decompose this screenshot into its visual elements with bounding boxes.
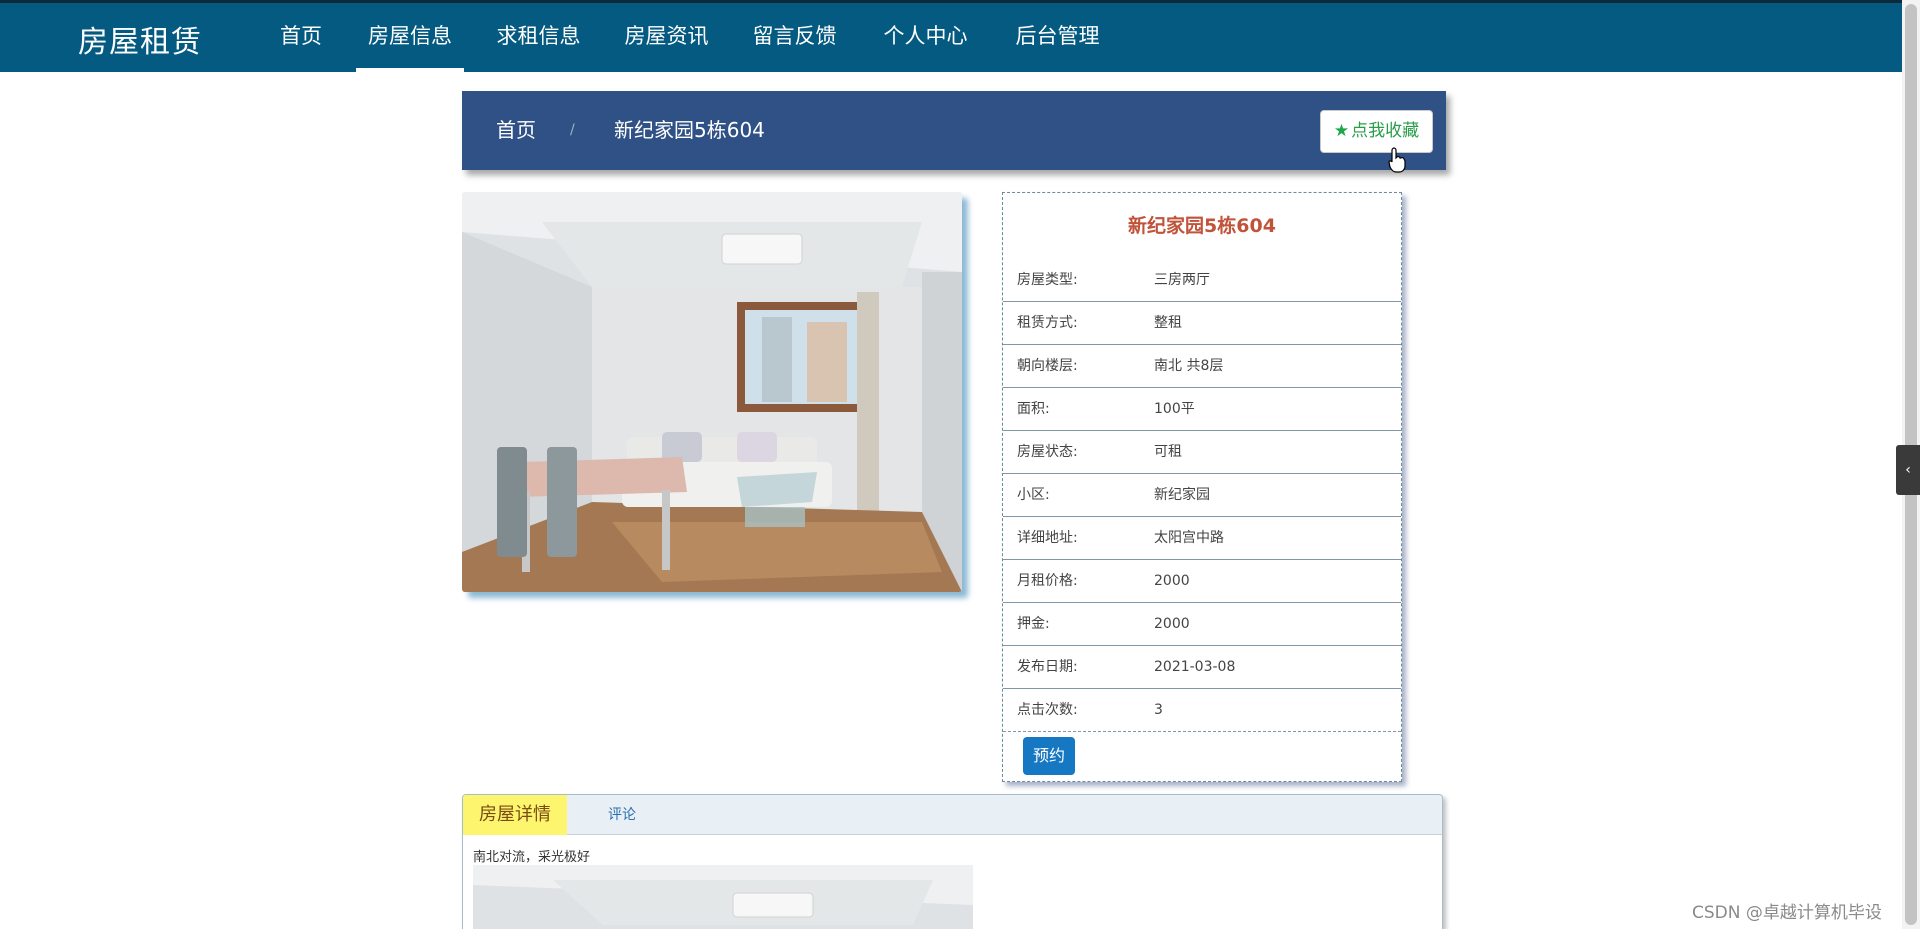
info-row-orientation: 朝向楼层: 南北 共8层 <box>1003 345 1401 388</box>
nav-item-rent-request[interactable]: 求租信息 <box>488 3 589 72</box>
info-key: 详细地址: <box>1017 530 1078 546</box>
info-value: 2000 <box>1154 616 1190 632</box>
breadcrumb-home[interactable]: 首页 <box>496 91 536 170</box>
hand-cursor-icon <box>1388 147 1406 173</box>
nav-item-user-center[interactable]: 个人中心 <box>875 3 976 72</box>
detail-tabs: 房屋详情 评论 南北对流，采光极好 <box>462 794 1443 929</box>
info-value: 2021-03-08 <box>1154 659 1236 675</box>
info-key: 房屋状态: <box>1017 444 1078 460</box>
info-value: 三房两厅 <box>1154 272 1210 288</box>
house-photo <box>462 192 962 592</box>
info-key: 发布日期: <box>1017 659 1078 675</box>
house-info-panel: 新纪家园5栋604 房屋类型: 三房两厅 租赁方式: 整租 朝向楼层: 南北 共8层 … <box>1002 192 1402 782</box>
nav-item-house-info[interactable]: 房屋信息 <box>356 3 464 72</box>
info-key: 房屋类型: <box>1017 272 1078 288</box>
info-row-monthly-rent: 月租价格: 2000 <box>1003 560 1401 603</box>
book-button[interactable]: 预约 <box>1023 737 1075 775</box>
info-value: 新纪家园 <box>1154 487 1210 503</box>
info-value: 可租 <box>1154 444 1182 460</box>
chevron-left-icon: ‹ <box>1905 462 1911 478</box>
favorite-label: 点我收藏 <box>1351 121 1420 141</box>
info-key: 租赁方式: <box>1017 315 1078 331</box>
info-row-area: 面积: 100平 <box>1003 388 1401 431</box>
top-nav: 房屋租赁 首页 房屋信息 求租信息 房屋资讯 留言反馈 个人中心 后台管理 <box>0 0 1902 72</box>
info-value: 3 <box>1154 702 1163 718</box>
breadcrumb: 首页 / 新纪家园5栋604 ★ 点我收藏 <box>462 91 1446 170</box>
star-icon: ★ <box>1333 121 1350 141</box>
breadcrumb-current: 新纪家园5栋604 <box>614 118 765 142</box>
info-value: 整租 <box>1154 315 1182 331</box>
detail-description: 南北对流，采光极好 <box>473 850 591 865</box>
info-row-status: 房屋状态: 可租 <box>1003 431 1401 474</box>
info-row-address: 详细地址: 太阳宫中路 <box>1003 517 1401 560</box>
detail-image <box>473 865 973 929</box>
breadcrumb-separator: / <box>570 122 575 138</box>
house-title: 新纪家园5栋604 <box>1128 215 1276 237</box>
info-value: 南北 共8层 <box>1154 358 1224 374</box>
info-value: 太阳宫中路 <box>1154 530 1224 546</box>
tab-bar: 房屋详情 评论 <box>463 795 1442 835</box>
info-key: 押金: <box>1017 616 1050 632</box>
info-value: 100平 <box>1154 401 1195 417</box>
watermark: CSDN @卓越计算机毕设 <box>1692 903 1882 923</box>
info-key: 小区: <box>1017 487 1050 503</box>
info-key: 月租价格: <box>1017 573 1078 589</box>
info-key: 点击次数: <box>1017 702 1078 718</box>
info-key: 面积: <box>1017 401 1050 417</box>
info-row-rent-mode: 租赁方式: 整租 <box>1003 302 1401 345</box>
info-row-publish-date: 发布日期: 2021-03-08 <box>1003 646 1401 689</box>
info-row-click-count: 点击次数: 3 <box>1003 689 1401 732</box>
info-key: 朝向楼层: <box>1017 358 1078 374</box>
info-row-community: 小区: 新纪家园 <box>1003 474 1401 517</box>
tab-house-detail[interactable]: 房屋详情 <box>463 795 567 835</box>
site-brand[interactable]: 房屋租赁 <box>78 17 202 61</box>
nav-item-feedback[interactable]: 留言反馈 <box>744 3 845 72</box>
info-value: 2000 <box>1154 573 1190 589</box>
tab-comments[interactable]: 评论 <box>587 795 657 835</box>
nav-item-house-news[interactable]: 房屋资讯 <box>616 3 717 72</box>
nav-item-home[interactable]: 首页 <box>269 3 333 72</box>
side-panel-toggle[interactable]: ‹ <box>1896 445 1920 495</box>
nav-item-admin[interactable]: 后台管理 <box>1007 3 1108 72</box>
info-row-type: 房屋类型: 三房两厅 <box>1003 259 1401 302</box>
favorite-button[interactable]: ★ 点我收藏 <box>1320 110 1433 153</box>
info-row-deposit: 押金: 2000 <box>1003 603 1401 646</box>
